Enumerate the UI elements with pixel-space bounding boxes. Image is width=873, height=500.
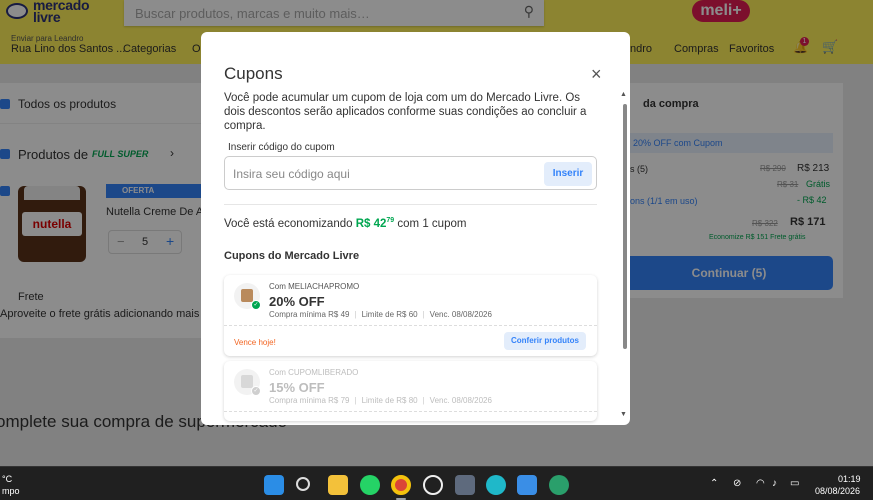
clock-time[interactable]: 01:19 bbox=[838, 474, 861, 484]
coupon-limit: Limite de R$ 60 bbox=[361, 310, 418, 319]
volume-icon[interactable]: ♪ bbox=[772, 478, 777, 489]
chevron-up-icon[interactable]: ⌃ bbox=[710, 478, 718, 489]
whatsapp-icon[interactable] bbox=[360, 475, 380, 495]
coupon-discount: 20% OFF bbox=[269, 294, 325, 309]
shopping-bag-icon bbox=[241, 375, 253, 388]
coupon-limit: Limite de R$ 80 bbox=[361, 396, 418, 405]
savings-amount: R$ 4279 bbox=[355, 217, 395, 230]
coupons-modal: Cupons × Você pode acumular um cupom de … bbox=[201, 32, 630, 425]
canva-icon[interactable] bbox=[486, 475, 506, 495]
calculator-icon[interactable] bbox=[455, 475, 475, 495]
modal-description: Você pode acumular um cupom de loja com … bbox=[224, 92, 587, 132]
coupon-expiry-warning: Vence hoje! bbox=[234, 338, 276, 347]
savings-summary: Você está economizando R$ 4279 com 1 cup… bbox=[224, 217, 466, 230]
network-icon[interactable]: ⊘ bbox=[733, 478, 741, 489]
shopping-bag-icon bbox=[241, 289, 253, 302]
modal-scrollbar-thumb[interactable] bbox=[623, 104, 627, 349]
start-icon[interactable] bbox=[264, 475, 284, 495]
coupon-code-input[interactable] bbox=[233, 165, 533, 183]
close-icon[interactable]: × bbox=[591, 65, 602, 83]
check-icon: ✓ bbox=[251, 386, 261, 396]
coupon-code: Com MELIACHAPROMO bbox=[269, 282, 360, 291]
coupon-discount: 15% OFF bbox=[269, 380, 325, 395]
coupon-input-label: Inserir código do cupom bbox=[228, 142, 335, 153]
edge-icon[interactable] bbox=[549, 475, 569, 495]
coupon-dashed-divider bbox=[224, 325, 597, 326]
coupon-details: Compra mínima R$ 49 | Limite de R$ 60 | Venc… bbox=[269, 310, 492, 319]
coupon-details: Compra mínima R$ 79 | Limite de R$ 80 | Venc… bbox=[269, 396, 492, 405]
section-title: Cupons do Mercado Livre bbox=[224, 250, 360, 262]
savings-suffix: com 1 cupom bbox=[397, 217, 467, 230]
check-icon: ✓ bbox=[251, 300, 261, 310]
savings-prefix: Você está economizando bbox=[224, 217, 353, 230]
clock-date[interactable]: 08/08/2026 bbox=[815, 486, 860, 496]
weather-text[interactable]: mpo bbox=[2, 486, 20, 496]
insert-button[interactable]: Inserir bbox=[544, 162, 592, 186]
coupon-icon: ✓ bbox=[234, 283, 261, 310]
snipping-tool-icon[interactable] bbox=[517, 475, 537, 495]
wifi-icon[interactable]: ◠ bbox=[756, 478, 765, 489]
coupon-expiry: Venc. 08/08/2026 bbox=[429, 310, 492, 319]
weather-temp[interactable]: °C bbox=[2, 474, 12, 484]
coupon-expiry: Venc. 08/08/2026 bbox=[429, 396, 492, 405]
coupon-card-applied[interactable]: ✓ Com MELIACHAPROMO 20% OFF Compra mínim… bbox=[224, 275, 597, 356]
file-explorer-icon[interactable] bbox=[328, 475, 348, 495]
coupon-input-container: Inserir bbox=[224, 156, 597, 190]
scroll-down-arrow-icon[interactable]: ▼ bbox=[620, 411, 627, 418]
chrome-icon[interactable] bbox=[391, 475, 411, 495]
check-products-button[interactable]: Conferir produtos bbox=[504, 332, 586, 350]
modal-divider bbox=[224, 204, 597, 205]
savings-cents: 79 bbox=[386, 217, 395, 224]
coupon-minimum: Compra mínima R$ 49 bbox=[269, 310, 350, 319]
coupon-minimum: Compra mínima R$ 79 bbox=[269, 396, 350, 405]
coupon-icon: ✓ bbox=[234, 369, 261, 396]
coupon-code: Com CUPOMLIBERADO bbox=[269, 368, 359, 377]
chatgpt-icon[interactable] bbox=[423, 475, 443, 495]
coupon-card-unavailable[interactable]: ✓ Com CUPOMLIBERADO 15% OFF Compra mínim… bbox=[224, 361, 597, 421]
search-icon[interactable] bbox=[296, 477, 310, 491]
windows-taskbar: °C mpo ⌃ ⊘ ◠ ♪ ▭ 01:19 08/08/2026 bbox=[0, 466, 873, 500]
battery-icon[interactable]: ▭ bbox=[790, 478, 799, 489]
coupon-dashed-divider bbox=[224, 411, 597, 412]
modal-title: Cupons bbox=[224, 64, 283, 83]
